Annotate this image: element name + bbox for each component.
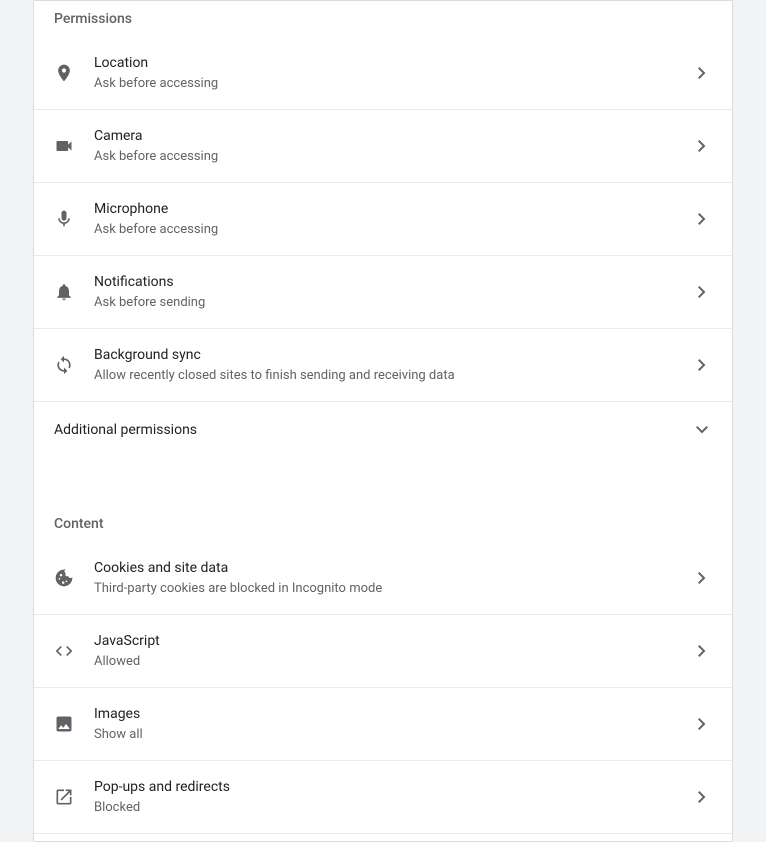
camera-title: Camera <box>94 126 692 146</box>
sync-icon <box>54 355 94 375</box>
notifications-subtitle: Ask before sending <box>94 294 692 312</box>
cookies-row[interactable]: Cookies and site data Third-party cookie… <box>34 542 732 614</box>
chevron-right-icon <box>692 791 712 803</box>
cookies-title: Cookies and site data <box>94 558 692 578</box>
chevron-right-icon <box>692 718 712 730</box>
javascript-title: JavaScript <box>94 631 692 651</box>
location-row[interactable]: Location Ask before accessing <box>34 37 732 109</box>
camera-subtitle: Ask before accessing <box>94 148 692 166</box>
notifications-icon <box>54 282 94 302</box>
location-title: Location <box>94 53 692 73</box>
chevron-right-icon <box>692 213 712 225</box>
background-sync-subtitle: Allow recently closed sites to finish se… <box>94 367 692 385</box>
popups-title: Pop-ups and redirects <box>94 777 692 797</box>
location-text: Location Ask before accessing <box>94 53 692 93</box>
popups-row[interactable]: Pop-ups and redirects Blocked <box>34 760 732 833</box>
cookie-icon <box>54 568 94 588</box>
section-gap <box>34 458 732 498</box>
additional-permissions-row[interactable]: Additional permissions <box>34 401 732 458</box>
chevron-right-icon <box>692 140 712 152</box>
background-sync-title: Background sync <box>94 345 692 365</box>
cookies-subtitle: Third-party cookies are blocked in Incog… <box>94 580 692 598</box>
background-sync-text: Background sync Allow recently closed si… <box>94 345 692 385</box>
images-row[interactable]: Images Show all <box>34 687 732 760</box>
images-title: Images <box>94 704 692 724</box>
chevron-down-icon <box>692 426 712 434</box>
chevron-right-icon <box>692 359 712 371</box>
chevron-right-icon <box>692 286 712 298</box>
javascript-row[interactable]: JavaScript Allowed <box>34 614 732 687</box>
camera-icon <box>54 136 94 156</box>
location-subtitle: Ask before accessing <box>94 75 692 93</box>
camera-text: Camera Ask before accessing <box>94 126 692 166</box>
background-sync-row[interactable]: Background sync Allow recently closed si… <box>34 328 732 401</box>
images-text: Images Show all <box>94 704 692 744</box>
microphone-title: Microphone <box>94 199 692 219</box>
permissions-header: Permissions <box>34 1 732 37</box>
microphone-subtitle: Ask before accessing <box>94 221 692 239</box>
popup-icon <box>54 787 94 807</box>
chevron-right-icon <box>692 572 712 584</box>
notifications-title: Notifications <box>94 272 692 292</box>
code-icon <box>54 641 94 661</box>
content-header: Content <box>34 498 732 542</box>
additional-permissions-title: Additional permissions <box>54 422 692 438</box>
microphone-row[interactable]: Microphone Ask before accessing <box>34 182 732 255</box>
microphone-text: Microphone Ask before accessing <box>94 199 692 239</box>
chevron-right-icon <box>692 645 712 657</box>
image-icon <box>54 714 94 734</box>
javascript-subtitle: Allowed <box>94 653 692 671</box>
location-icon <box>54 63 94 83</box>
popups-text: Pop-ups and redirects Blocked <box>94 777 692 817</box>
cookies-text: Cookies and site data Third-party cookie… <box>94 558 692 598</box>
chevron-right-icon <box>692 67 712 79</box>
microphone-icon <box>54 209 94 229</box>
settings-panel: Permissions Location Ask before accessin… <box>33 0 733 842</box>
notifications-text: Notifications Ask before sending <box>94 272 692 312</box>
popups-subtitle: Blocked <box>94 799 692 817</box>
camera-row[interactable]: Camera Ask before accessing <box>34 109 732 182</box>
images-subtitle: Show all <box>94 726 692 744</box>
next-row-partial[interactable] <box>34 833 732 841</box>
notifications-row[interactable]: Notifications Ask before sending <box>34 255 732 328</box>
javascript-text: JavaScript Allowed <box>94 631 692 671</box>
